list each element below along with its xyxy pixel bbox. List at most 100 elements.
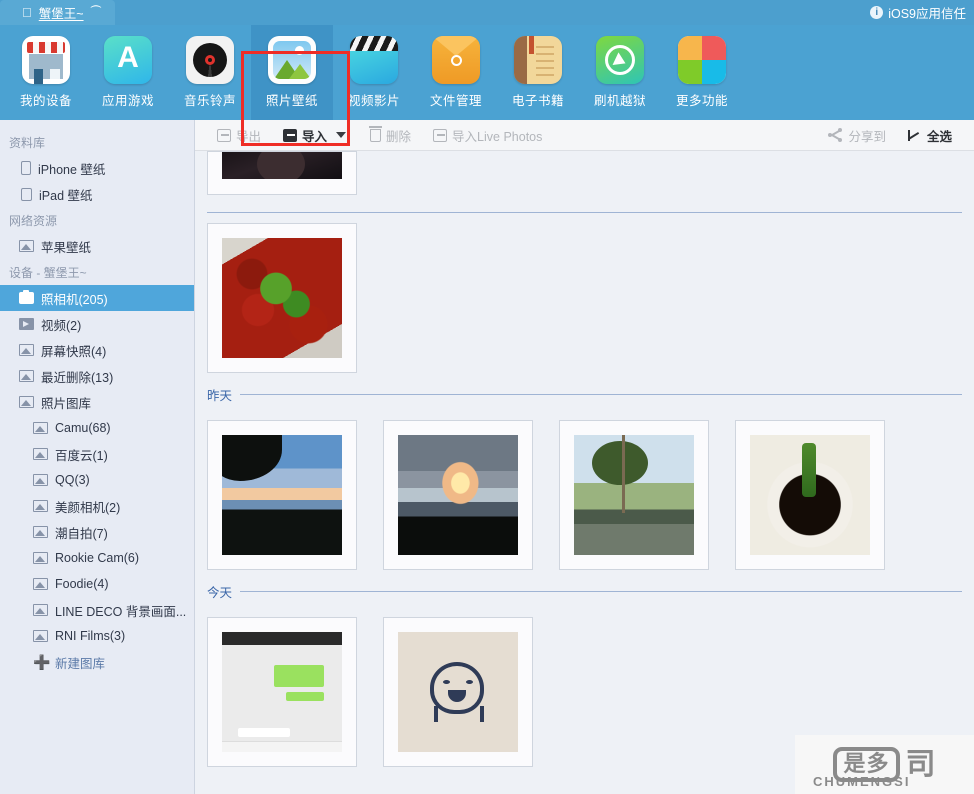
nav-item-more-features[interactable]: 更多功能 [661, 25, 743, 120]
sidebar-item-screenshots[interactable]: 屏幕快照(4) [0, 337, 194, 363]
sidebar: 资料库 iPhone 壁纸 iPad 壁纸 网络资源 苹果壁纸 设备 - 蟹堡王… [0, 120, 195, 794]
select-all-button[interactable]: 全选 [897, 120, 963, 151]
nav-item-photos-wallpaper[interactable]: 照片壁纸 [251, 25, 333, 120]
sidebar-item-label: 美颜相机(2) [55, 500, 121, 515]
export-icon [217, 128, 231, 142]
sidebar-item-label: 屏幕快照(4) [41, 344, 107, 359]
nav-item-apps-games[interactable]: A 应用游戏 [87, 25, 169, 120]
module-nav-bar: 我的设备 A 应用游戏 音乐铃声 照片壁纸 视频影片 文件管理 电子书籍 刷机越… [0, 25, 974, 146]
street-trees-photo [574, 435, 694, 555]
sidebar-item-line-deco[interactable]: LINE DECO 背景画面... [0, 597, 194, 623]
chevron-down-icon[interactable] [336, 132, 347, 138]
sidebar-item-apple-wallpaper[interactable]: 苹果壁纸 [0, 233, 194, 259]
cloudy-sunset-photo [398, 435, 518, 555]
sidebar-item-rookie-cam[interactable]: Rookie Cam(6) [0, 545, 194, 571]
section-header-today: 今天 [207, 570, 962, 607]
nav-label: 更多功能 [675, 94, 728, 108]
sunset-sky-trees-photo [222, 435, 342, 555]
sidebar-item-chaozipai[interactable]: 潮自拍(7) [0, 519, 194, 545]
share-button[interactable]: 分享到 [817, 120, 897, 151]
device-name-label[interactable]: 蟹堡王~ [39, 3, 84, 22]
plus-icon: ➕ [33, 654, 51, 670]
ebooks-icon [514, 36, 562, 84]
camera-icon [19, 290, 34, 304]
nav-item-ebooks[interactable]: 电子书籍 [497, 25, 579, 120]
nav-item-music-ringtone[interactable]: 音乐铃声 [169, 25, 251, 120]
sidebar-item-label: 照相机(205) [41, 292, 108, 307]
sidebar-item-camu[interactable]: Camu(68) [0, 415, 194, 441]
section-divider [240, 394, 962, 395]
nav-label: 刷机越狱 [593, 94, 646, 108]
nav-label: 应用游戏 [101, 94, 154, 108]
photo-thumbnail[interactable] [735, 420, 885, 570]
sidebar-item-videos[interactable]: 视频(2) [0, 311, 194, 337]
ios-trust-link[interactable]: i iOS9应用信任 [870, 3, 974, 22]
photo-thumbnail[interactable] [559, 420, 709, 570]
sidebar-item-recently-deleted[interactable]: 最近删除(13) [0, 363, 194, 389]
sidebar-item-label: 最近删除(13) [41, 370, 114, 385]
sidebar-item-qq[interactable]: QQ(3) [0, 467, 194, 493]
picture-icon [33, 500, 48, 512]
sidebar-item-rni-films[interactable]: RNI Films(3) [0, 623, 194, 649]
delete-button[interactable]: 删除 [357, 120, 422, 151]
select-all-label: 全选 [926, 129, 952, 144]
picture-icon [33, 526, 48, 538]
sidebar-item-baiduyun[interactable]: 百度云(1) [0, 441, 194, 467]
picture-icon [19, 344, 34, 356]
photo-grid[interactable]: 昨天 今天 是多 司 CHUMENGSI [195, 151, 974, 794]
sidebar-item-camera[interactable]: 照相机(205) [0, 285, 194, 311]
portrait-photo [222, 152, 342, 179]
sidebar-item-ipad-wallpaper[interactable]: iPad 壁纸 [0, 181, 194, 207]
picture-icon [33, 422, 48, 434]
sidebar-item-photo-library[interactable]: 照片图库 [0, 389, 194, 415]
photo-thumbnail[interactable] [207, 420, 357, 570]
picture-icon [33, 630, 48, 642]
export-label: 导出 [236, 129, 262, 144]
photo-thumbnail[interactable] [383, 420, 533, 570]
main-body: 资料库 iPhone 壁纸 iPad 壁纸 网络资源 苹果壁纸 设备 - 蟹堡王… [0, 120, 974, 794]
nav-item-my-device[interactable]: 我的设备 [5, 25, 87, 120]
picture-icon [33, 552, 48, 564]
ios-trust-label: iOS9应用信任 [888, 7, 966, 21]
photos-wallpaper-icon [268, 36, 316, 84]
sidebar-item-meiyan[interactable]: 美颜相机(2) [0, 493, 194, 519]
sidebar-item-label: Foodie(4) [55, 577, 109, 591]
flash-jailbreak-icon [596, 36, 644, 84]
iphone-icon [21, 161, 31, 175]
nav-item-video-movies[interactable]: 视频影片 [333, 25, 415, 120]
eject-icon[interactable]: ⏜ [91, 6, 102, 19]
nav-label: 我的设备 [19, 94, 72, 108]
sidebar-item-label: LINE DECO 背景画面... [55, 604, 187, 619]
photo-row [207, 607, 962, 767]
main-panel: 导出 导入 删除 导入Live Photos 分享到 全选 昨天 今天 是多 司… [195, 120, 974, 794]
sidebar-item-label: 百度云(1) [55, 448, 108, 463]
sidebar-item-label: 新建图库 [55, 656, 106, 671]
import-live-photos-button[interactable]: 导入Live Photos [422, 120, 553, 151]
info-icon: i [870, 6, 884, 19]
sidebar-group-title: 设备 - 蟹堡王~ [9, 266, 87, 280]
import-live-icon [433, 128, 448, 142]
device-tab[interactable]:  蟹堡王~ ⏜ [0, 0, 116, 25]
import-icon [283, 128, 298, 142]
sidebar-item-foodie[interactable]: Foodie(4) [0, 571, 194, 597]
section-label: 今天 [207, 586, 233, 600]
picture-icon [33, 474, 48, 486]
nav-item-flash-jailbreak[interactable]: 刷机越狱 [579, 25, 661, 120]
sidebar-item-label: 照片图库 [41, 396, 92, 411]
photo-thumbnail[interactable] [207, 151, 357, 195]
sidebar-item-label: Camu(68) [55, 421, 111, 435]
import-button[interactable]: 导入 [272, 120, 357, 151]
nav-item-file-manager[interactable]: 文件管理 [415, 25, 497, 120]
nav-label: 文件管理 [429, 94, 482, 108]
crayfish-food-photo [222, 238, 342, 358]
picture-icon [33, 604, 48, 616]
sidebar-group-title: 资料库 [9, 136, 46, 150]
photo-thumbnail[interactable] [207, 617, 357, 767]
file-manager-icon [432, 36, 480, 84]
import-label: 导入 [302, 129, 328, 144]
sidebar-item-iphone-wallpaper[interactable]: iPhone 壁纸 [0, 155, 194, 181]
export-button[interactable]: 导出 [206, 120, 272, 151]
photo-thumbnail[interactable] [383, 617, 533, 767]
photo-thumbnail[interactable] [207, 223, 357, 373]
sidebar-item-new-library[interactable]: ➕ 新建图库 [0, 649, 194, 675]
